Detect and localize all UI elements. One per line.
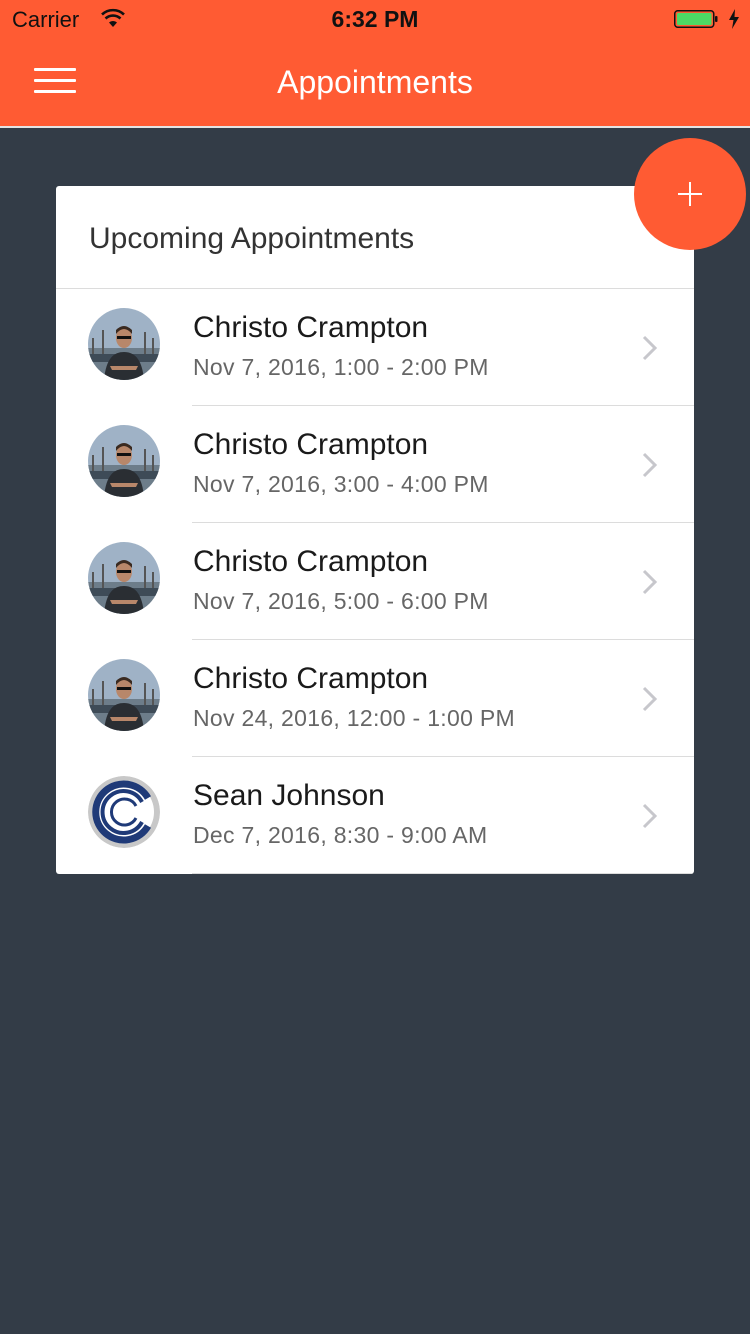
appointment-name: Sean Johnson: [193, 779, 385, 812]
appointment-datetime: Dec 7, 2016, 8:30 - 9:00 AM: [193, 822, 488, 848]
person-avatar: [88, 542, 160, 614]
appointments-card: Upcoming Appointments Christo Crampton N…: [56, 186, 694, 874]
row-separator: [192, 873, 694, 874]
appointment-datetime: Nov 24, 2016, 12:00 - 1:00 PM: [193, 705, 515, 731]
chevron-right-icon: [642, 569, 658, 595]
chevron-right-icon: [642, 803, 658, 829]
card-header: Upcoming Appointments: [56, 186, 694, 289]
plus-icon: [678, 182, 702, 206]
person-avatar: [88, 425, 160, 497]
appointment-row[interactable]: Christo Crampton Nov 24, 2016, 12:00 - 1…: [56, 640, 694, 757]
appointment-name: Christo Crampton: [193, 545, 429, 578]
appointment-name: Christo Crampton: [193, 428, 429, 461]
charging-bolt-icon: [729, 9, 739, 29]
status-time: 6:32 PM: [331, 6, 419, 32]
person-avatar: [88, 308, 160, 380]
appointment-name: Christo Crampton: [193, 662, 429, 695]
person-avatar: [88, 659, 160, 731]
card-title: Upcoming Appointments: [89, 222, 415, 255]
appointment-row[interactable]: Christo Crampton Nov 7, 2016, 3:00 - 4:0…: [56, 406, 694, 523]
appointment-name: Christo Crampton: [193, 311, 429, 344]
logo-avatar: [88, 776, 160, 848]
page-title: Appointments: [277, 64, 473, 100]
nav-bar: Appointments: [0, 40, 750, 128]
appointment-row[interactable]: Christo Crampton Nov 7, 2016, 1:00 - 2:0…: [56, 289, 694, 406]
chevron-right-icon: [642, 686, 658, 712]
appointment-datetime: Nov 7, 2016, 1:00 - 2:00 PM: [193, 354, 489, 380]
appointment-datetime: Nov 7, 2016, 3:00 - 4:00 PM: [193, 471, 489, 497]
appointment-row[interactable]: Christo Crampton Nov 7, 2016, 5:00 - 6:0…: [56, 523, 694, 640]
status-bar: Carrier 6:32 PM: [0, 0, 750, 40]
chevron-right-icon: [642, 452, 658, 478]
appointment-datetime: Nov 7, 2016, 5:00 - 6:00 PM: [193, 588, 489, 614]
appointment-row[interactable]: Sean Johnson Dec 7, 2016, 8:30 - 9:00 AM: [56, 757, 694, 874]
chevron-right-icon: [642, 335, 658, 361]
add-appointment-button[interactable]: [634, 138, 746, 250]
battery-icon: [674, 10, 718, 28]
